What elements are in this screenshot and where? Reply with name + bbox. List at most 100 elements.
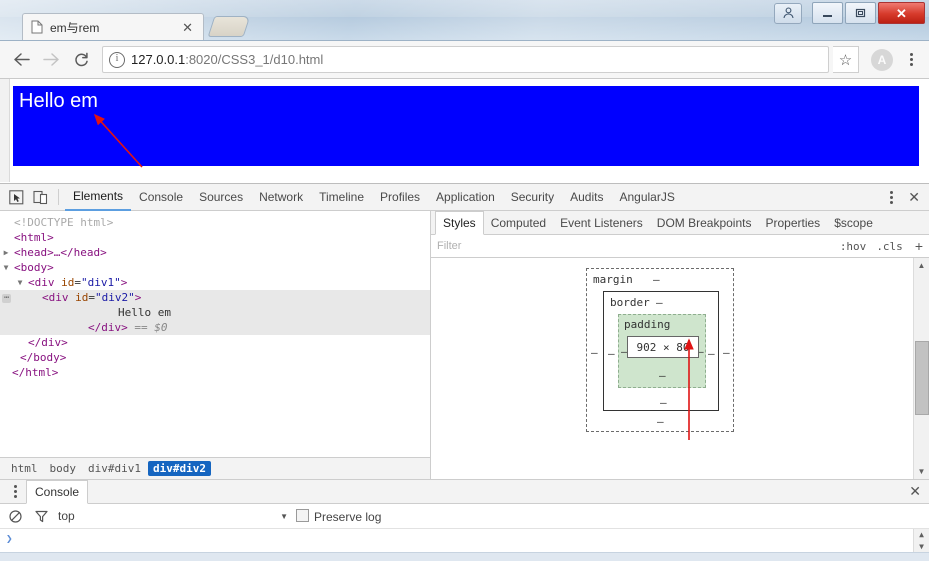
checkbox-box[interactable] bbox=[296, 508, 309, 522]
breadcrumb-item-div2[interactable]: div#div2 bbox=[147, 461, 211, 476]
angularjs-extension-icon[interactable]: A bbox=[871, 48, 893, 71]
tab-console[interactable]: Console bbox=[131, 185, 191, 210]
page-blue-div-text: Hello em bbox=[19, 90, 98, 112]
scrollbar-track[interactable] bbox=[914, 273, 929, 464]
dom-inner-text: Hello em bbox=[118, 306, 171, 319]
tab-timeline[interactable]: Timeline bbox=[311, 185, 372, 210]
close-window-button[interactable]: ✕ bbox=[878, 2, 925, 24]
dom-line-body-close[interactable]: </body> bbox=[0, 350, 430, 365]
dom-line-html-close[interactable]: </html> bbox=[0, 365, 430, 380]
styles-scrollbar[interactable]: ▲ ▼ bbox=[913, 258, 929, 479]
breadcrumb-item-body[interactable]: body bbox=[45, 461, 82, 476]
browser-tab[interactable]: em与rem ✕ bbox=[22, 13, 204, 40]
styles-filter-input[interactable]: Filter bbox=[437, 240, 830, 252]
margin-right-value[interactable]: – bbox=[723, 346, 730, 359]
bookmark-star-icon[interactable]: ☆ bbox=[833, 46, 859, 73]
scroll-down-arrow-icon[interactable]: ▼ bbox=[914, 464, 929, 479]
scroll-down-arrow-icon[interactable]: ▼ bbox=[919, 541, 924, 553]
child-ellipsis-icon[interactable]: ⋯ bbox=[2, 294, 12, 303]
hov-toggle[interactable]: :hov bbox=[840, 240, 867, 253]
filter-icon[interactable] bbox=[32, 510, 50, 523]
collapse-triangle-icon[interactable]: ▼ bbox=[0, 260, 12, 275]
dom-line-div1-open[interactable]: ▼ <div id="div1"> bbox=[0, 275, 430, 290]
dom-html-open-text: <html> bbox=[14, 231, 54, 244]
padding-bottom-value[interactable]: – bbox=[659, 369, 666, 382]
minimize-button[interactable] bbox=[812, 2, 843, 24]
devtools-close-icon[interactable]: ✕ bbox=[903, 189, 925, 206]
tab-close-icon[interactable]: ✕ bbox=[178, 21, 197, 34]
tab-audits[interactable]: Audits bbox=[562, 185, 611, 210]
site-info-icon[interactable]: i bbox=[109, 51, 125, 68]
dom-line-body-open[interactable]: ▼ <body> bbox=[0, 260, 430, 275]
console-scrollbar[interactable]: ▲ ▼ bbox=[913, 529, 929, 552]
maximize-button[interactable] bbox=[845, 2, 876, 24]
drawer-tab-console[interactable]: Console bbox=[26, 480, 89, 504]
preserve-log-checkbox[interactable]: Preserve log bbox=[296, 508, 381, 524]
devtools-menu-icon[interactable] bbox=[881, 190, 901, 204]
devtools-toolbar: Elements Console Sources Network Timelin… bbox=[0, 184, 929, 211]
tab-network[interactable]: Network bbox=[251, 185, 311, 210]
drawer-menu-icon[interactable] bbox=[4, 480, 26, 503]
tab-security[interactable]: Security bbox=[503, 185, 562, 210]
dom-div2-close: </div> bbox=[88, 321, 128, 334]
collapse-triangle-icon[interactable]: ▼ bbox=[14, 275, 26, 290]
browser-menu-icon[interactable] bbox=[901, 53, 921, 66]
dom-line-div2-open[interactable]: ⋯ <div id="div2"> bbox=[0, 290, 430, 305]
address-bar[interactable]: i 127.0.0.1:8020/CSS3_1/d10.html bbox=[102, 46, 829, 73]
tab-properties[interactable]: Properties bbox=[758, 211, 827, 234]
dom-selected-ref: == $0 bbox=[134, 321, 168, 334]
chevron-down-icon[interactable]: ▼ bbox=[280, 512, 288, 521]
scrollbar-thumb[interactable] bbox=[915, 341, 929, 415]
box-model-content[interactable]: 902 × 80 bbox=[627, 336, 699, 358]
dom-line-head[interactable]: ▶ <head>…</head> bbox=[0, 245, 430, 260]
device-toolbar-icon[interactable] bbox=[28, 186, 52, 208]
tab-scope[interactable]: $scope bbox=[827, 211, 880, 234]
dom-line-doctype[interactable]: <!DOCTYPE html> bbox=[0, 215, 430, 230]
back-icon[interactable] bbox=[8, 47, 34, 73]
dom-div1-attr: id bbox=[61, 276, 75, 289]
tab-angularjs[interactable]: AngularJS bbox=[611, 185, 682, 210]
border-left-value[interactable]: – bbox=[608, 347, 615, 360]
dom-line-div2-close[interactable]: </div> == $0 bbox=[0, 320, 430, 335]
new-style-rule-button[interactable]: + bbox=[915, 238, 923, 254]
tab-sources[interactable]: Sources bbox=[191, 185, 251, 210]
tab-event-listeners[interactable]: Event Listeners bbox=[553, 211, 650, 234]
reload-icon[interactable] bbox=[68, 47, 94, 73]
tab-application[interactable]: Application bbox=[428, 185, 503, 210]
new-tab-button[interactable] bbox=[207, 16, 251, 37]
scroll-up-arrow-icon[interactable]: ▲ bbox=[914, 258, 929, 273]
margin-bottom-value[interactable]: – bbox=[657, 415, 664, 428]
box-model-border[interactable]: border – – – – padding – – – 902 × 80 bbox=[603, 291, 719, 411]
dom-line-html-open[interactable]: <html> bbox=[0, 230, 430, 245]
dom-tree[interactable]: <!DOCTYPE html> <html> ▶ <head>…</head> ▼… bbox=[0, 211, 430, 457]
breadcrumb-item-html[interactable]: html bbox=[6, 461, 43, 476]
box-model-margin[interactable]: margin – – – – border – – – – padding – … bbox=[586, 268, 734, 432]
border-bottom-value[interactable]: – bbox=[660, 396, 667, 409]
dom-line-div2-text[interactable]: Hello em bbox=[0, 305, 430, 320]
tab-dom-breakpoints[interactable]: DOM Breakpoints bbox=[650, 211, 759, 234]
tab-profiles[interactable]: Profiles bbox=[372, 185, 428, 210]
border-top-value[interactable]: – bbox=[656, 296, 663, 309]
dom-doctype-text: <!DOCTYPE html> bbox=[14, 216, 114, 229]
console-prompt-row[interactable]: ❯ ▲ ▼ bbox=[0, 529, 929, 552]
dom-line-div1-close[interactable]: </div> bbox=[0, 335, 430, 350]
scroll-up-arrow-icon[interactable]: ▲ bbox=[919, 529, 924, 541]
tab-styles[interactable]: Styles bbox=[435, 211, 484, 235]
tab-computed[interactable]: Computed bbox=[484, 211, 553, 234]
expand-triangle-icon[interactable]: ▶ bbox=[0, 245, 12, 260]
border-right-value[interactable]: – bbox=[708, 347, 715, 360]
margin-left-value[interactable]: – bbox=[591, 346, 598, 359]
margin-top-value[interactable]: – bbox=[653, 273, 660, 286]
dom-body-close: </body> bbox=[20, 351, 67, 364]
tab-elements[interactable]: Elements bbox=[65, 184, 132, 211]
page-icon bbox=[31, 20, 44, 35]
user-account-icon[interactable] bbox=[774, 2, 802, 24]
breadcrumb-item-div1[interactable]: div#div1 bbox=[83, 461, 146, 476]
box-model-padding[interactable]: padding – – – 902 × 80 bbox=[618, 314, 706, 388]
inspect-element-icon[interactable] bbox=[4, 186, 28, 208]
clear-console-icon[interactable] bbox=[6, 509, 24, 523]
cls-toggle[interactable]: .cls bbox=[876, 240, 903, 253]
url-path: :8020/CSS3_1/d10.html bbox=[185, 52, 324, 67]
drawer-close-icon[interactable]: ✕ bbox=[909, 483, 921, 500]
execution-context-select[interactable]: top ▼ bbox=[58, 509, 288, 523]
